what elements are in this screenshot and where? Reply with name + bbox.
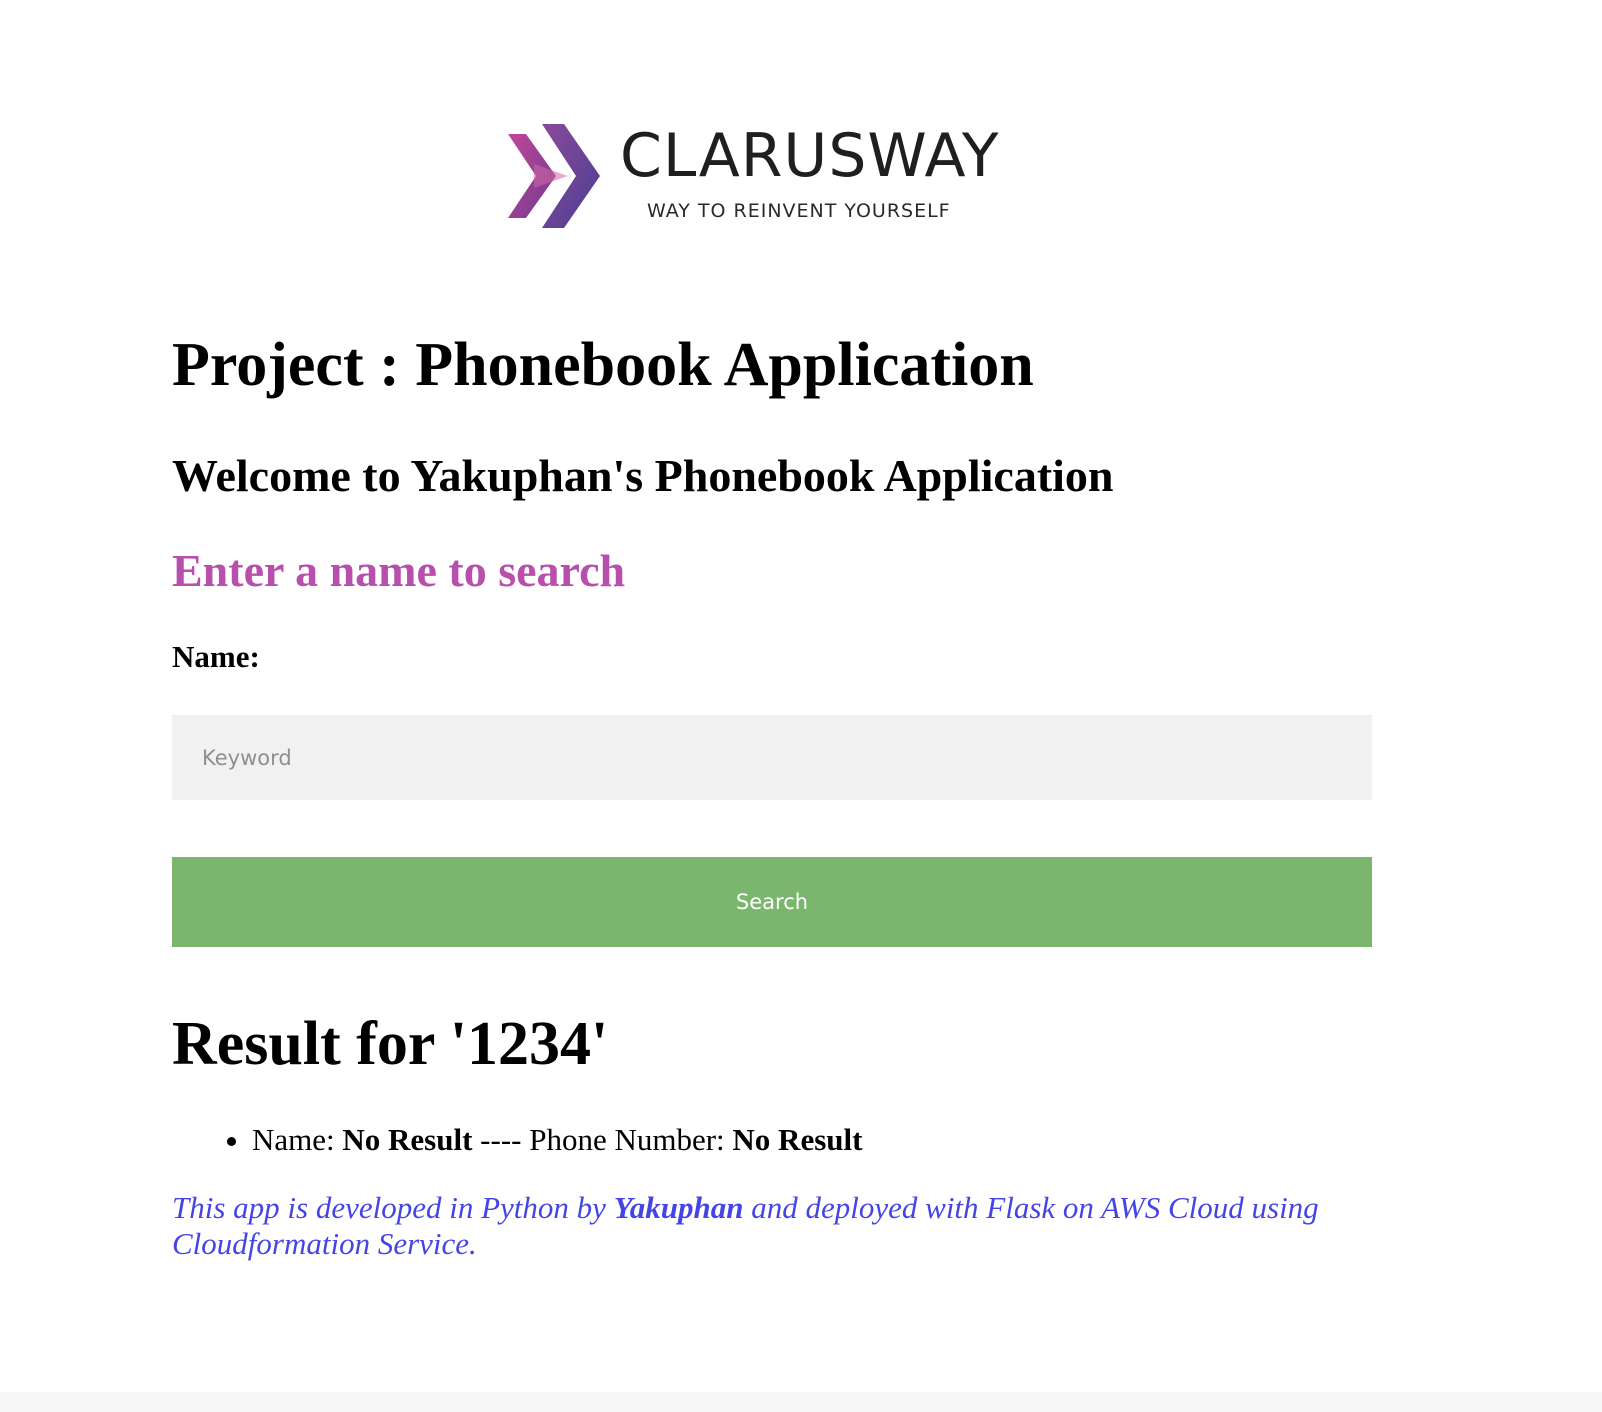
keyword-input[interactable] (172, 715, 1372, 800)
list-item: Name: No Result ---- Phone Number: No Re… (252, 1120, 862, 1160)
welcome-heading: Welcome to Yakuphan's Phonebook Applicat… (172, 450, 1114, 501)
search-button[interactable]: Search (172, 857, 1372, 947)
result-phone-label: Phone Number: (529, 1122, 725, 1157)
result-name-label: Name: (252, 1122, 335, 1157)
logo-brand-text: CLARUSWAY (620, 121, 1000, 191)
results-list: Name: No Result ---- Phone Number: No Re… (212, 1120, 862, 1160)
clarusway-logo: CLARUSWAY WAY TO REINVENT YOURSELF (508, 118, 1038, 234)
footer-author: Yakuphan (613, 1190, 744, 1225)
search-prompt-heading: Enter a name to search (172, 545, 626, 596)
bottom-edge (0, 1392, 1602, 1412)
result-heading: Result for '1234' (172, 1010, 609, 1078)
double-chevron-logo-icon (508, 124, 600, 228)
result-name-value: No Result (342, 1122, 473, 1157)
logo-tagline: WAY TO REINVENT YOURSELF (647, 200, 951, 222)
footer-note: This app is developed in Python by Yakup… (172, 1190, 1372, 1262)
result-phone-value: No Result (732, 1122, 863, 1157)
result-separator: ---- (480, 1122, 522, 1157)
footer-text-part1: This app is developed in Python by (172, 1190, 606, 1225)
name-field-label: Name: (172, 639, 260, 674)
page-title: Project : Phonebook Application (172, 331, 1034, 399)
footer-text-end: . (469, 1226, 477, 1261)
